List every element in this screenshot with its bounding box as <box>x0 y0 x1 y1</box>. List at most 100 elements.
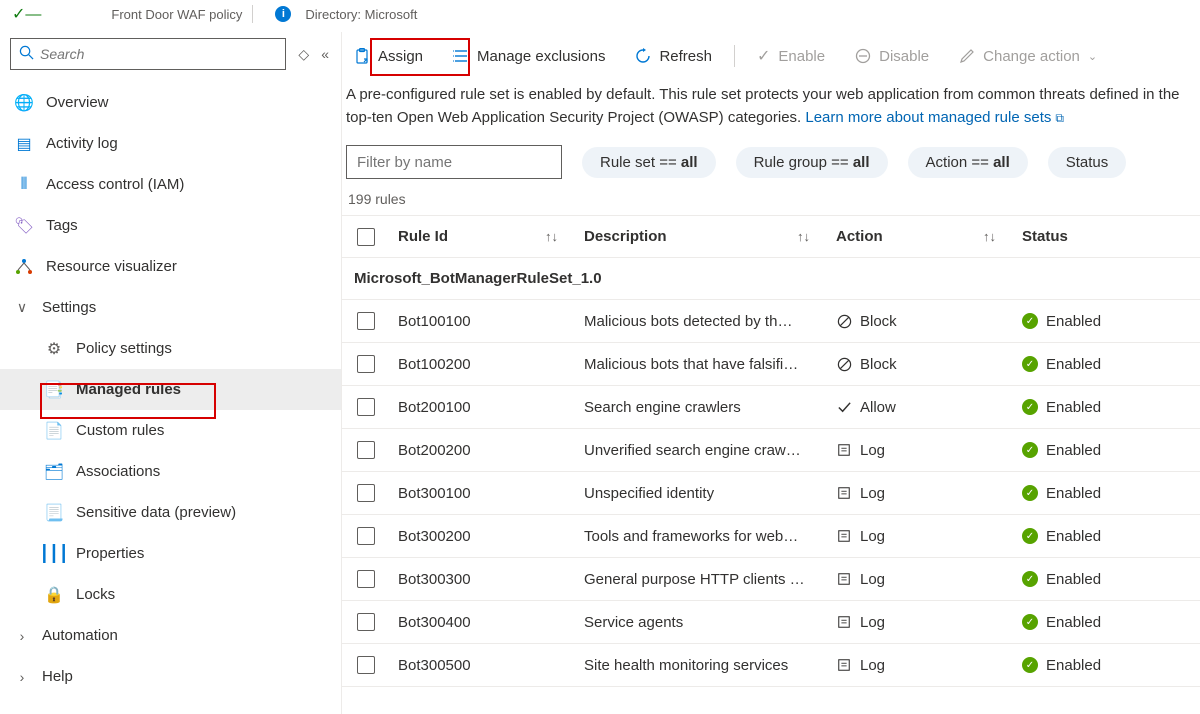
row-checkbox[interactable] <box>357 441 375 459</box>
rule-status-cell: ✓Enabled <box>1014 442 1200 459</box>
sidebar-group-label: Automation <box>42 627 118 644</box>
sort-icon: ↑↓ <box>545 229 568 244</box>
rule-action-cell: Log <box>828 442 1014 459</box>
toolbar: Assign Manage exclusions Refresh ✓ <box>342 32 1200 80</box>
rules-table: Rule Id↑↓ Description↑↓ Action↑↓ Status … <box>342 215 1200 714</box>
col-description[interactable]: Description↑↓ <box>576 228 828 245</box>
table-row[interactable]: Bot100100Malicious bots detected by th…B… <box>342 300 1200 343</box>
table-row[interactable]: Bot300300General purpose HTTP clients …L… <box>342 558 1200 601</box>
sidebar-item-policy-settings[interactable]: ⚙ Policy settings <box>0 328 341 369</box>
table-row[interactable]: Bot100200Malicious bots that have falsif… <box>342 343 1200 386</box>
sidebar-item-visualizer[interactable]: Resource visualizer <box>0 246 341 287</box>
rule-desc-cell: Malicious bots that have falsifi… <box>576 356 828 373</box>
nav: 🌐 Overview ▤ Activity log ⦀ Access contr… <box>0 76 341 697</box>
change-action-button: Change action ⌄ <box>951 44 1105 69</box>
sidebar-item-label: Properties <box>76 545 144 562</box>
manage-exclusions-button[interactable]: Manage exclusions <box>445 44 613 69</box>
table-row[interactable]: Bot300400Service agentsLog✓Enabled <box>342 601 1200 644</box>
lock-icon: 🔒 <box>44 585 64 605</box>
rule-id-cell: Bot300500 <box>390 657 576 674</box>
sidebar-item-iam[interactable]: ⦀ Access control (IAM) <box>0 164 341 205</box>
learn-more-link[interactable]: Learn more about managed rule sets⧉ <box>805 109 1064 126</box>
col-rule-id[interactable]: Rule Id↑↓ <box>390 228 576 245</box>
external-link-icon: ⧉ <box>1055 111 1064 125</box>
filter-pill[interactable]: Rule set == all <box>582 147 716 178</box>
enabled-icon: ✓ <box>1022 356 1038 372</box>
table-row[interactable]: Bot300200Tools and frameworks for web…Lo… <box>342 515 1200 558</box>
sidebar-item-overview[interactable]: 🌐 Overview <box>0 82 341 123</box>
block-icon <box>836 356 852 372</box>
sidebar-item-properties[interactable]: ┃┃┃ Properties <box>0 533 341 574</box>
people-icon: ⦀ <box>14 175 34 195</box>
col-status[interactable]: Status <box>1014 228 1200 245</box>
refresh-icon <box>635 48 651 64</box>
table-row[interactable]: Bot200200Unverified search engine craw…L… <box>342 429 1200 472</box>
globe-icon: 🌐 <box>14 93 34 113</box>
rule-status-cell: ✓Enabled <box>1014 485 1200 502</box>
sidebar-item-managed-rules[interactable]: 📑 Managed rules <box>0 369 341 410</box>
clipboard-icon <box>354 48 370 64</box>
sidebar-item-sensitive-data[interactable]: 📃 Sensitive data (preview) <box>0 492 341 533</box>
page-icon: 📃 <box>44 503 64 523</box>
expand-icon[interactable]: ◇ <box>298 46 309 63</box>
chevron-down-icon: ∨ <box>14 299 30 316</box>
rule-group-header[interactable]: Microsoft_BotManagerRuleSet_1.0 <box>342 258 1200 300</box>
row-checkbox[interactable] <box>357 656 375 674</box>
row-checkbox[interactable] <box>357 527 375 545</box>
sidebar-item-activity[interactable]: ▤ Activity log <box>0 123 341 164</box>
search-input[interactable] <box>40 46 277 62</box>
select-all-checkbox[interactable] <box>357 228 375 246</box>
check-icon: ✓ <box>757 46 770 66</box>
sidebar-item-tags[interactable]: 🏷 Tags <box>0 205 341 246</box>
rule-status-cell: ✓Enabled <box>1014 356 1200 373</box>
filter-row: Rule set == all Rule group == all Action =… <box>342 145 1200 187</box>
rule-desc-cell: Unverified search engine craw… <box>576 442 828 459</box>
log-icon <box>836 528 852 544</box>
sidebar-group-label: Settings <box>42 299 96 316</box>
rule-status-cell: ✓Enabled <box>1014 399 1200 416</box>
resource-header: ✓— Front Door WAF policy i Directory: Mi… <box>0 0 1200 32</box>
disable-button: Disable <box>847 44 937 69</box>
sidebar-item-associations[interactable]: 🗂 Associations <box>0 451 341 492</box>
row-checkbox[interactable] <box>357 613 375 631</box>
row-checkbox[interactable] <box>357 484 375 502</box>
sidebar-item-custom-rules[interactable]: 📄 Custom rules <box>0 410 341 451</box>
toolbar-label: Enable <box>778 48 825 65</box>
filter-pill[interactable]: Status <box>1048 147 1127 178</box>
enabled-icon: ✓ <box>1022 571 1038 587</box>
rule-id-cell: Bot300400 <box>390 614 576 631</box>
filter-name-input[interactable] <box>346 145 562 179</box>
assign-button[interactable]: Assign <box>346 44 431 69</box>
filter-pill[interactable]: Action == all <box>908 147 1028 178</box>
table-row[interactable]: Bot200100Search engine crawlersAllow✓Ena… <box>342 386 1200 429</box>
sidebar-group-help[interactable]: › Help <box>0 656 341 697</box>
row-checkbox[interactable] <box>357 312 375 330</box>
log-icon <box>836 485 852 501</box>
enabled-icon: ✓ <box>1022 313 1038 329</box>
rule-desc-cell: Malicious bots detected by th… <box>576 313 828 330</box>
gear-icon: ⚙ <box>44 339 64 359</box>
sidebar-group-automation[interactable]: › Automation <box>0 615 341 656</box>
table-header: Rule Id↑↓ Description↑↓ Action↑↓ Status <box>342 216 1200 258</box>
props-icon: ┃┃┃ <box>44 544 64 564</box>
filter-pill[interactable]: Rule group == all <box>736 147 888 178</box>
table-row[interactable]: Bot300100Unspecified identityLog✓Enabled <box>342 472 1200 515</box>
sidebar-group-settings[interactable]: ∨ Settings <box>0 287 341 328</box>
col-action[interactable]: Action↑↓ <box>828 228 1014 245</box>
chevron-right-icon: › <box>14 628 30 644</box>
row-checkbox[interactable] <box>357 570 375 588</box>
rule-id-cell: Bot200200 <box>390 442 576 459</box>
table-row[interactable]: Bot300500Site health monitoring services… <box>342 644 1200 687</box>
refresh-button[interactable]: Refresh <box>627 44 720 69</box>
sidebar-item-locks[interactable]: 🔒 Locks <box>0 574 341 615</box>
rule-status-cell: ✓Enabled <box>1014 657 1200 674</box>
sidebar-search[interactable] <box>10 38 286 70</box>
row-checkbox[interactable] <box>357 398 375 416</box>
enabled-icon: ✓ <box>1022 442 1038 458</box>
collapse-icon[interactable]: « <box>321 46 329 62</box>
row-checkbox[interactable] <box>357 355 375 373</box>
rule-action-cell: Block <box>828 313 1014 330</box>
log-icon <box>836 614 852 630</box>
rule-desc-cell: Service agents <box>576 614 828 631</box>
rule-id-cell: Bot100100 <box>390 313 576 330</box>
